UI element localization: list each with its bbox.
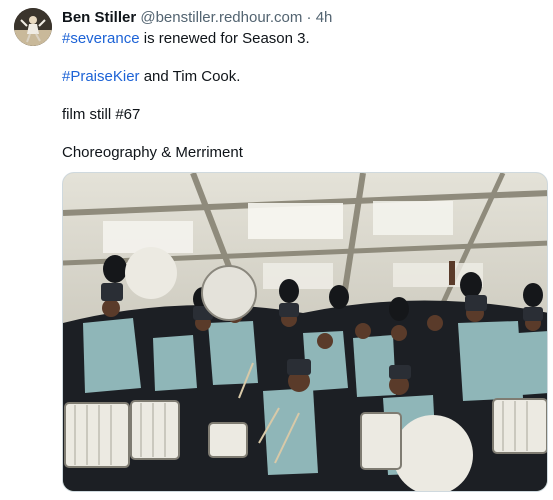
text-line: #severance is renewed for Season 3. xyxy=(62,29,542,48)
post-time[interactable]: 4h xyxy=(316,9,333,26)
hashtag-link[interactable]: #PraiseKier xyxy=(62,68,140,85)
avatar[interactable] xyxy=(14,8,52,46)
author-name[interactable]: Ben Stiller xyxy=(62,9,136,26)
avatar-photo xyxy=(14,8,52,46)
author-handle[interactable]: @benstiller.redhour.com xyxy=(140,9,302,26)
text-line: #PraiseKier and Tim Cook. xyxy=(62,67,542,86)
post-image[interactable] xyxy=(62,172,548,492)
text-segment: is renewed for Season 3. xyxy=(139,30,310,47)
text-line: film still #67 xyxy=(62,105,542,124)
text-segment: and Tim Cook. xyxy=(139,68,241,85)
post-header: Ben Stiller @benstiller.redhour.com · 4h xyxy=(62,8,332,28)
hashtag-link[interactable]: #severance xyxy=(62,30,140,47)
text-line: Choreography & Merriment xyxy=(62,143,542,162)
marching-band-photo xyxy=(63,173,547,491)
separator-dot: · xyxy=(306,9,312,26)
text-segment: film still #67 xyxy=(62,106,141,123)
post: Ben Stiller @benstiller.redhour.com · 4h… xyxy=(0,0,553,500)
post-text: #severance is renewed for Season 3. #Pra… xyxy=(62,29,542,162)
text-segment: Choreography & Merriment xyxy=(62,144,243,161)
